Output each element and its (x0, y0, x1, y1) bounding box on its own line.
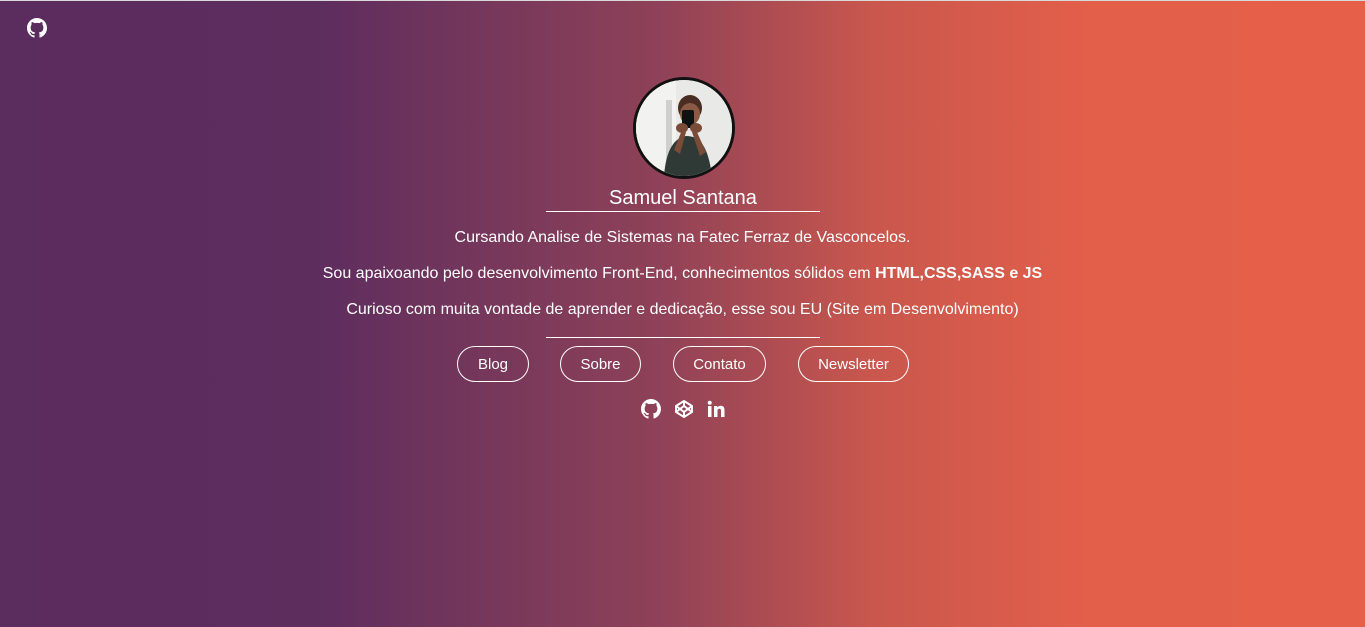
avatar (633, 77, 735, 179)
name-divider (546, 211, 820, 212)
contato-button[interactable]: Contato (673, 346, 766, 382)
linkedin-icon (706, 399, 726, 419)
profile-name: Samuel Santana (609, 187, 757, 209)
github-icon (641, 399, 661, 419)
codepen-icon (674, 399, 694, 419)
codepen-link[interactable] (674, 399, 694, 419)
github-icon (27, 18, 47, 38)
bio-skills-highlight: HTML,CSS,SASS e JS (875, 265, 1043, 282)
bio-skills-text: Sou apaixoando pelo desenvolvimento Fron… (322, 265, 876, 282)
top-border (0, 0, 1365, 1)
newsletter-button[interactable]: Newsletter (798, 346, 909, 382)
github-corner-link[interactable] (27, 18, 47, 38)
bio-line-curious: Curioso com muita vontade de aprender e … (346, 301, 1019, 318)
bio-divider (546, 337, 820, 338)
linkedin-link[interactable] (706, 399, 726, 419)
sobre-button[interactable]: Sobre (560, 346, 641, 382)
github-link[interactable] (641, 399, 661, 419)
blog-button[interactable]: Blog (457, 346, 529, 382)
bio-line-study: Cursando Analise de Sistemas na Fatec Fe… (454, 229, 911, 246)
bio-line-skills: Sou apaixoando pelo desenvolvimento Fron… (0, 263, 1365, 285)
